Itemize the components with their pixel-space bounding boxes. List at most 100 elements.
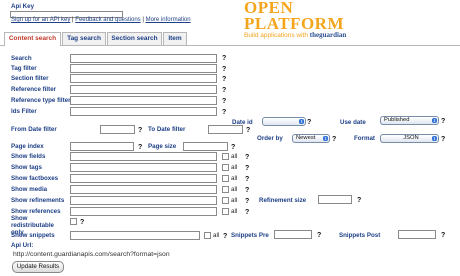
show-media-input[interactable] <box>70 185 217 194</box>
dropdown-arrow-icon: ⇕ <box>432 118 437 123</box>
snippets-post-input[interactable] <box>398 230 436 239</box>
all-label: all <box>213 232 220 239</box>
search-input[interactable] <box>70 54 217 63</box>
reference-filter-help[interactable]: ? <box>222 87 226 94</box>
snippets-pre-help[interactable]: ? <box>317 232 321 239</box>
ids-filter-help[interactable]: ? <box>222 109 226 116</box>
order-by-help[interactable]: ? <box>332 136 336 143</box>
show-fields-help[interactable]: ? <box>245 154 249 161</box>
snippets-post-label: Snippets Post <box>339 232 381 239</box>
signup-link[interactable]: Sign up for an API key <box>11 17 70 23</box>
show-references-all-checkbox[interactable] <box>222 208 229 215</box>
refinement-size-input[interactable] <box>318 195 352 204</box>
section-filter-label: Section filter <box>11 75 49 82</box>
order-by-label: Order by <box>257 135 283 142</box>
tab-tag-search[interactable]: Tag search <box>62 32 106 45</box>
show-references-help[interactable]: ? <box>245 209 249 216</box>
tag-filter-input[interactable] <box>70 64 217 73</box>
dropdown-arrow-icon: ⇕ <box>323 136 328 141</box>
show-factboxes-input[interactable] <box>70 174 217 183</box>
show-tags-all-checkbox[interactable] <box>222 164 229 171</box>
show-factboxes-label: Show factboxes <box>11 175 59 182</box>
show-refinements-label: Show refinements <box>11 197 65 204</box>
tab-item[interactable]: Item <box>163 32 187 45</box>
section-filter-input[interactable] <box>70 74 217 83</box>
show-references-label: Show references <box>11 208 61 215</box>
tab-bar-line <box>0 45 460 46</box>
show-fields-all-checkbox[interactable] <box>222 153 229 160</box>
reference-filter-input[interactable] <box>70 85 217 94</box>
show-fields-label: Show fields <box>11 153 46 160</box>
all-label: all <box>231 164 238 171</box>
show-media-help[interactable]: ? <box>245 187 249 194</box>
date-id-help[interactable]: ? <box>307 119 311 126</box>
tag-filter-help[interactable]: ? <box>222 66 226 73</box>
api-url-value: http://content.guardianapis.com/search?f… <box>13 251 170 258</box>
format-select[interactable]: JSON ⇕ <box>380 134 439 143</box>
show-factboxes-all-checkbox[interactable] <box>222 175 229 182</box>
page-size-input[interactable] <box>183 142 228 151</box>
snippets-post-help[interactable]: ? <box>441 232 445 239</box>
page-index-input[interactable] <box>70 142 134 151</box>
show-snippets-input[interactable] <box>70 231 200 240</box>
to-date-help[interactable]: ? <box>246 127 250 134</box>
search-label: Search <box>11 55 32 62</box>
feedback-link[interactable]: Feedback and questions <box>75 17 140 23</box>
page-size-label: Page size <box>148 143 177 150</box>
show-refinements-help[interactable]: ? <box>245 198 249 205</box>
date-id-select[interactable]: ⇕ <box>262 117 306 126</box>
use-date-help[interactable]: ? <box>441 118 445 125</box>
show-snippets-all-checkbox[interactable] <box>204 232 211 239</box>
show-references-input[interactable] <box>70 207 217 216</box>
section-filter-help[interactable]: ? <box>222 76 226 83</box>
show-redistributable-checkbox[interactable] <box>70 218 77 225</box>
tab-section-search[interactable]: Section search <box>107 32 162 45</box>
show-refinements-all-checkbox[interactable] <box>222 197 229 204</box>
show-redistributable-help[interactable]: ? <box>80 219 84 226</box>
from-date-help[interactable]: ? <box>138 127 142 134</box>
format-help[interactable]: ? <box>441 136 445 143</box>
tab-content-search[interactable]: Content search <box>4 32 61 46</box>
header-links: Sign up for an API key | Feedback and qu… <box>11 17 191 24</box>
to-date-label: To Date filter <box>148 126 186 133</box>
dropdown-arrow-icon: ⇕ <box>299 119 304 124</box>
refinement-size-label: Refinement size <box>259 197 307 204</box>
logo-subtitle: Build applications with theguardian <box>244 31 347 40</box>
reference-type-filter-help[interactable]: ? <box>222 98 226 105</box>
page-index-help[interactable]: ? <box>138 144 142 151</box>
show-factboxes-help[interactable]: ? <box>245 176 249 183</box>
all-label: all <box>231 208 238 215</box>
ids-filter-input[interactable] <box>70 107 217 116</box>
show-media-all-checkbox[interactable] <box>222 186 229 193</box>
page-size-help[interactable]: ? <box>231 144 235 151</box>
use-date-label: Use date <box>340 119 366 126</box>
show-tags-input[interactable] <box>70 163 217 172</box>
guardian-brand: theguardian <box>309 31 347 39</box>
reference-type-filter-input[interactable] <box>70 96 217 105</box>
to-date-input[interactable] <box>208 125 243 134</box>
ids-filter-label: Ids Filter <box>11 108 37 115</box>
from-date-label: From Date filter <box>11 126 57 133</box>
api-key-label: Api Key <box>11 3 35 10</box>
show-media-label: Show media <box>11 186 48 193</box>
refinement-size-help[interactable]: ? <box>357 197 361 204</box>
show-refinements-input[interactable] <box>70 196 217 205</box>
all-label: all <box>231 186 238 193</box>
show-fields-input[interactable] <box>70 152 217 161</box>
reference-filter-label: Reference filter <box>11 86 57 93</box>
update-results-button[interactable]: Update Results <box>12 261 64 273</box>
more-info-link[interactable]: More information <box>146 17 191 23</box>
search-help[interactable]: ? <box>222 55 226 62</box>
snippets-pre-input[interactable] <box>274 230 312 239</box>
format-label: Format <box>354 135 375 142</box>
page-index-label: Page index <box>11 143 44 150</box>
from-date-input[interactable] <box>100 125 135 134</box>
api-url-label: Api Url: <box>11 242 34 249</box>
use-date-select[interactable]: Published ⇕ <box>380 116 439 125</box>
show-snippets-help[interactable]: ? <box>223 233 227 240</box>
order-by-select[interactable]: Newest ⇕ <box>292 134 330 143</box>
show-tags-help[interactable]: ? <box>245 165 249 172</box>
dropdown-arrow-icon: ⇕ <box>432 136 437 141</box>
tag-filter-label: Tag filter <box>11 65 37 72</box>
link-separator: | <box>72 17 74 23</box>
